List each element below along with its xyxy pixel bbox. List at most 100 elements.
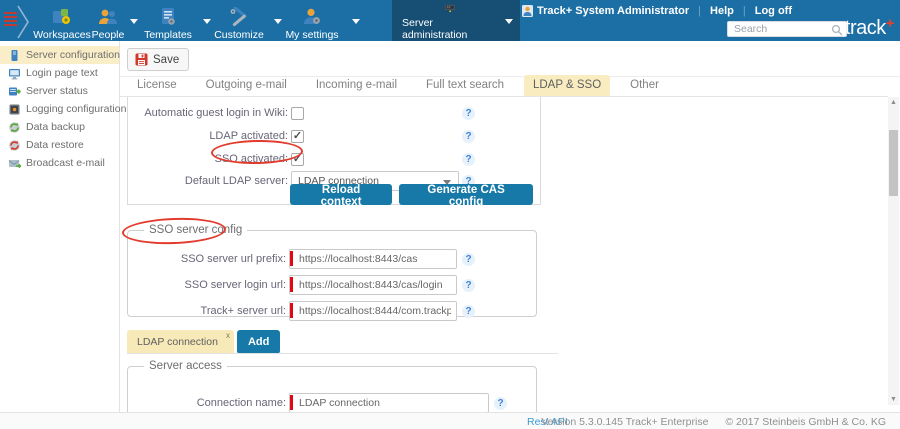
sso-activated-label: SSO activated: (128, 153, 288, 165)
status-bar: Rest API Version 5.3.0.145 Track+ Enterp… (0, 412, 900, 429)
search-icon (831, 24, 843, 36)
app-window: Workspaces People Templates Customize My… (0, 0, 900, 429)
tab-ldap-connection[interactable]: LDAP connection x (127, 330, 234, 354)
my-settings-dropdown-icon[interactable] (352, 19, 360, 24)
copyright-label: © 2017 Steinbeis GmbH & Co. KG (725, 416, 886, 428)
nav-item-label: Workspaces (33, 29, 91, 41)
sso-url-prefix-label: SSO server url prefix: (128, 253, 286, 265)
customize-dropdown-icon[interactable] (274, 19, 282, 24)
sidebar: Server configuration Login page text Ser… (0, 41, 120, 412)
customize-icon (228, 7, 250, 27)
ldap-activated-label: LDAP activated: (128, 130, 288, 142)
nav-item-templates[interactable]: Templates (140, 3, 196, 41)
sidebar-item-logging-configuration[interactable]: Logging configuration (0, 100, 119, 118)
sso-login-url-input[interactable] (289, 275, 457, 295)
reload-context-button[interactable]: Reload context (290, 184, 392, 205)
scroll-down-icon[interactable]: ▼ (888, 394, 899, 405)
logoff-link[interactable]: Log off (755, 5, 792, 17)
sso-activated-checkbox[interactable] (291, 153, 304, 166)
data-backup-icon (8, 121, 21, 134)
sidebar-item-label: Server status (26, 85, 88, 97)
login-page-text-icon (8, 67, 21, 80)
tab-incoming-email[interactable]: Incoming e-mail (307, 75, 406, 96)
save-button[interactable]: Save (127, 48, 189, 71)
help-icon[interactable]: ? (462, 253, 475, 266)
sidebar-item-data-restore[interactable]: Data restore (0, 136, 119, 154)
add-connection-button[interactable]: Add (237, 330, 280, 354)
help-icon[interactable]: ? (462, 279, 475, 292)
sidebar-item-server-configuration[interactable]: Server configuration (0, 46, 119, 64)
required-marker (290, 303, 293, 318)
help-icon[interactable]: ? (494, 397, 507, 410)
server-administration-dropdown-icon[interactable] (505, 19, 513, 24)
trackplus-server-url-label: Track+ server url: (128, 305, 286, 317)
generate-cas-config-button[interactable]: Generate CAS config (399, 184, 533, 205)
settings-tabstrip: License Outgoing e-mail Incoming e-mail … (120, 77, 888, 97)
nav-item-label: People (92, 29, 125, 41)
trackplus-server-url-input[interactable] (289, 301, 457, 321)
server-status-icon (8, 85, 21, 98)
close-icon[interactable]: x (226, 331, 230, 340)
tab-other[interactable]: Other (621, 75, 668, 96)
sidebar-item-login-page-text[interactable]: Login page text (0, 64, 119, 82)
search-box (727, 21, 847, 37)
nav-item-my-settings[interactable]: My settings (283, 3, 341, 41)
ldap-connections-tabbar: LDAP connection x Add (127, 330, 280, 354)
sidebar-item-data-backup[interactable]: Data backup (0, 118, 119, 136)
data-restore-icon (8, 139, 21, 152)
save-icon (135, 53, 148, 66)
ldap-activated-checkbox[interactable] (291, 130, 304, 143)
separator: | (743, 5, 746, 17)
tab-ldap-connection-label: LDAP connection (137, 336, 218, 348)
sso-server-config-fieldset: SSO server config SSO server url prefix:… (127, 224, 537, 317)
trackplus-logo[interactable]: track+ (845, 17, 894, 40)
nav-item-label: Customize (214, 29, 264, 41)
top-navbar: Workspaces People Templates Customize My… (0, 0, 900, 41)
wiki-guest-login-label: Automatic guest login in Wiki: (128, 107, 288, 119)
sidebar-item-server-status[interactable]: Server status (0, 82, 119, 100)
subtab-divider (127, 353, 558, 354)
sidebar-item-label: Logging configuration (26, 103, 126, 115)
ldap-sso-settings-panel: Automatic guest login in Wiki: ? LDAP ac… (127, 97, 541, 205)
tab-license[interactable]: License (128, 75, 186, 96)
logging-configuration-icon (8, 103, 21, 116)
sidebar-item-broadcast-email[interactable]: Broadcast e-mail (0, 154, 119, 172)
default-ldap-server-label: Default LDAP server: (128, 175, 288, 187)
sidebar-item-label: Data backup (26, 121, 85, 133)
required-marker (290, 251, 293, 266)
tab-full-text-search[interactable]: Full text search (417, 75, 513, 96)
people-dropdown-icon[interactable] (130, 19, 138, 24)
broadcast-email-icon (8, 157, 21, 170)
sidebar-item-label: Broadcast e-mail (26, 157, 105, 169)
logo-text: track (845, 17, 886, 39)
help-link[interactable]: Help (710, 5, 734, 17)
server-configuration-icon (8, 49, 21, 62)
tab-ldap-sso[interactable]: LDAP & SSO (524, 75, 610, 96)
sso-server-config-legend: SSO server config (144, 224, 247, 236)
nav-item-label: Server administration (402, 17, 498, 41)
wiki-guest-login-checkbox[interactable] (291, 107, 304, 120)
templates-dropdown-icon[interactable] (203, 19, 211, 24)
connection-name-input[interactable] (289, 393, 489, 413)
current-user-label[interactable]: Track+ System Administrator (537, 5, 689, 17)
nav-item-customize[interactable]: Customize (211, 3, 267, 41)
search-input[interactable] (728, 22, 846, 36)
nav-item-people[interactable]: People (88, 3, 128, 41)
sso-url-prefix-input[interactable] (289, 249, 457, 269)
sidebar-item-label: Login page text (26, 67, 98, 79)
scroll-up-icon[interactable]: ▲ (888, 97, 899, 108)
sso-login-url-label: SSO server login url: (128, 279, 286, 291)
vertical-scrollbar[interactable]: ▲ ▼ (888, 97, 899, 405)
tab-outgoing-email[interactable]: Outgoing e-mail (197, 75, 296, 96)
sidebar-item-label: Data restore (26, 139, 84, 151)
help-icon[interactable]: ? (462, 153, 475, 166)
required-marker (290, 395, 293, 410)
nav-item-server-administration[interactable]: Server administration (392, 0, 520, 41)
help-icon[interactable]: ? (462, 305, 475, 318)
help-icon[interactable]: ? (462, 130, 475, 143)
server-access-legend: Server access (144, 360, 227, 372)
nav-item-workspaces[interactable]: Workspaces (30, 3, 94, 41)
help-icon[interactable]: ? (462, 107, 475, 120)
connection-name-label: Connection name: (128, 397, 286, 409)
scrollbar-thumb[interactable] (889, 130, 898, 196)
